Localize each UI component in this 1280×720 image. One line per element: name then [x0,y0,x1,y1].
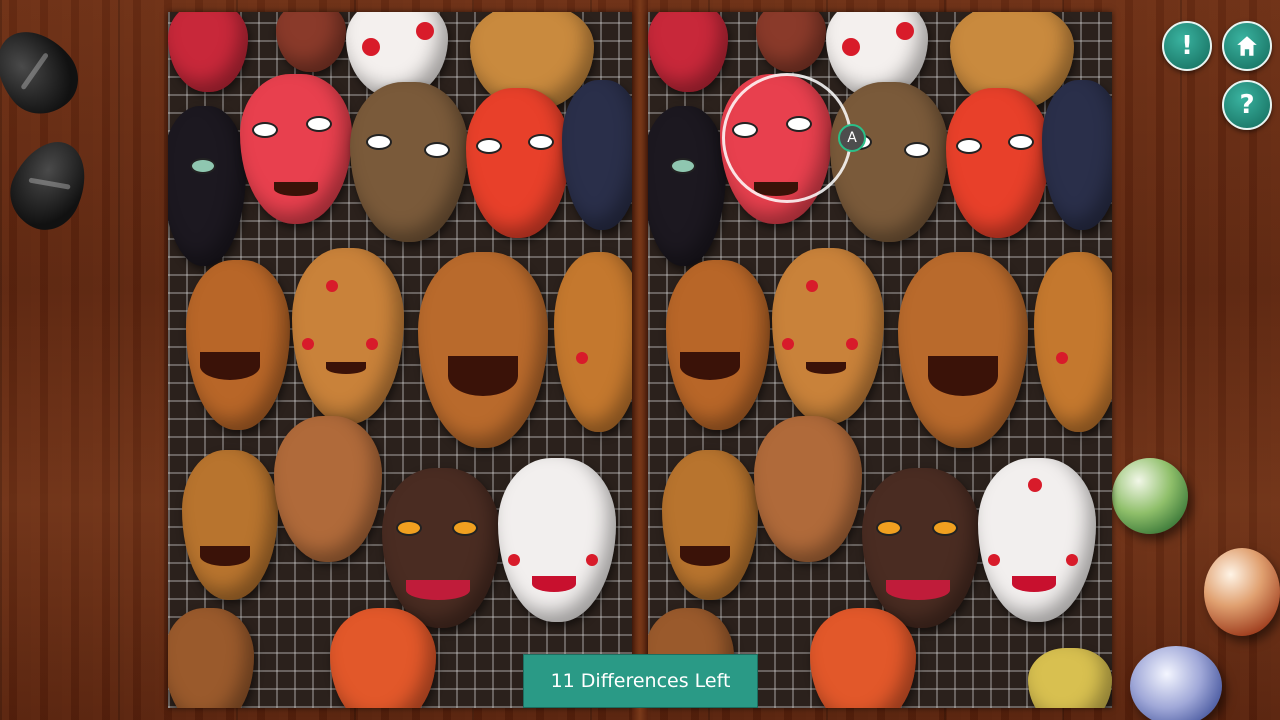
mask-bottom-orange [330,608,436,708]
differences-left-banner: 11 Differences Left [523,654,758,708]
home-button[interactable] [1222,21,1272,71]
differences-left-text: 11 Differences Left [550,670,731,692]
hint-marker[interactable]: A [838,124,866,152]
home-icon [1237,36,1257,56]
left-image-panel[interactable] [168,12,632,708]
question-icon: ? [1239,90,1255,120]
marble-decoration [1112,458,1188,534]
panel-divider [632,0,648,720]
right-image-panel[interactable] [648,12,1112,708]
mask-bottom-orange [810,608,916,708]
hint-highlight-circle [722,73,852,203]
help-button[interactable]: ? [1222,80,1272,130]
marble-decoration [1130,646,1222,720]
exclamation-icon: ! [1181,31,1193,61]
alert-button[interactable]: ! [1162,21,1212,71]
marble-decoration [1204,548,1280,636]
mask-bottom-striped [1028,648,1112,708]
mask-bottom-brown [168,608,254,708]
